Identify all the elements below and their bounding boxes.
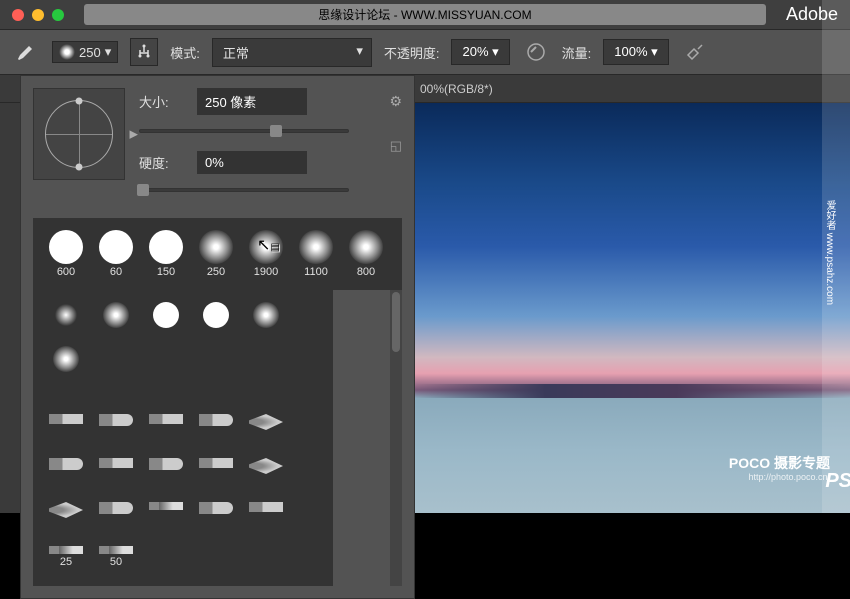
special-brush-preset[interactable] (241, 490, 291, 534)
brush-preset[interactable]: 1100 (291, 226, 341, 282)
ps-logo: PS (825, 470, 850, 493)
special-brush-preset[interactable] (241, 402, 291, 446)
brush-preset[interactable] (41, 342, 91, 386)
traffic-lights (12, 9, 64, 21)
chevron-down-icon: ▾ (105, 44, 112, 60)
brush-preview-dot (59, 44, 75, 60)
hardness-input[interactable]: 0% (197, 151, 307, 174)
cursor-icon: ↖▤ (257, 235, 280, 255)
special-brush-preset[interactable] (191, 490, 241, 534)
options-bar: 250 ▾ 模式: 正常 不透明度: 20% ▾ 流量: 100% ▾ (0, 30, 850, 75)
brush-presets-row2 (33, 290, 333, 394)
brush-preset[interactable]: 150 (141, 226, 191, 282)
brush-preset[interactable]: 800 (341, 226, 391, 282)
new-brush-icon[interactable]: ◱ (390, 138, 402, 154)
special-brush-preset[interactable]: 25 (41, 534, 91, 578)
brush-panel: ▶ 大小: 250 像素 ⚙ 硬度: 0% (20, 75, 415, 599)
special-brush-preset[interactable] (141, 402, 191, 446)
size-label: 大小: (139, 92, 187, 111)
brush-preset[interactable] (141, 298, 191, 342)
brush-preset[interactable]: 60 (91, 226, 141, 282)
scroll-thumb[interactable] (392, 292, 400, 352)
special-brush-preset[interactable] (91, 446, 141, 490)
hardness-label: 硬度: (139, 153, 187, 172)
hardness-slider[interactable] (139, 180, 349, 200)
size-slider[interactable] (139, 121, 349, 141)
minimize-button[interactable] (32, 9, 44, 21)
brush-tip-preview[interactable]: ▶ (33, 88, 125, 180)
brush-preset-picker[interactable]: 250 ▾ (52, 41, 118, 63)
special-brush-preset[interactable] (241, 446, 291, 490)
flip-arrow-icon[interactable]: ▶ (130, 128, 138, 141)
brush-size-value: 250 (79, 45, 101, 60)
flow-value[interactable]: 100% ▾ (603, 39, 668, 65)
side-watermark: PS 爱好者 www.psahz.com (822, 0, 850, 513)
maximize-button[interactable] (52, 9, 64, 21)
forum-watermark: 思缘设计论坛 - WWW.MISSYUAN.COM (84, 4, 766, 25)
poco-watermark: POCO 摄影专题 http://photo.poco.cn/ (729, 455, 830, 483)
special-brush-preset[interactable] (91, 490, 141, 534)
brush-preset[interactable] (191, 298, 241, 342)
brush-preset[interactable]: 600 (41, 226, 91, 282)
blend-mode-select[interactable]: 正常 (212, 38, 372, 67)
size-input[interactable]: 250 像素 (197, 88, 307, 115)
mode-label: 模式: (170, 43, 200, 62)
special-brush-preset[interactable] (41, 490, 91, 534)
special-brush-preset[interactable] (141, 446, 191, 490)
brush-preset[interactable] (241, 298, 291, 342)
titlebar: 思缘设计论坛 - WWW.MISSYUAN.COM Adobe (0, 0, 850, 30)
brush-tool-icon[interactable] (12, 38, 40, 66)
close-button[interactable] (12, 9, 24, 21)
special-brush-preset[interactable] (191, 402, 241, 446)
special-brush-preset[interactable] (141, 534, 191, 578)
special-brushes: 2550 (33, 394, 333, 586)
gear-icon[interactable]: ⚙ (389, 93, 402, 110)
side-watermark-text: 爱好者 www.psahz.com (822, 0, 837, 305)
flow-label: 流量: (562, 43, 592, 62)
special-brush-preset[interactable] (41, 446, 91, 490)
document-tab[interactable]: 00%(RGB/8*) (420, 82, 493, 96)
canvas-area[interactable]: POCO 摄影专题 http://photo.poco.cn/ (415, 103, 850, 513)
brush-presets-row1: 6006015025019001100800 (33, 218, 402, 290)
opacity-label: 不透明度: (384, 43, 440, 62)
airbrush-icon[interactable] (681, 38, 709, 66)
canvas-image: POCO 摄影专题 http://photo.poco.cn/ (415, 103, 850, 513)
special-brush-preset[interactable] (41, 402, 91, 446)
pressure-opacity-icon[interactable] (522, 38, 550, 66)
brush-preset[interactable] (41, 298, 91, 342)
special-brush-preset[interactable]: 50 (91, 534, 141, 578)
special-brush-preset[interactable] (141, 490, 191, 534)
special-brush-preset[interactable] (91, 402, 141, 446)
brush-preset[interactable] (91, 298, 141, 342)
opacity-value[interactable]: 20% ▾ (451, 39, 509, 65)
brush-preset[interactable]: 250 (191, 226, 241, 282)
toggle-brush-panel-button[interactable] (130, 38, 158, 66)
scrollbar[interactable] (390, 290, 402, 586)
special-brush-preset[interactable] (191, 446, 241, 490)
